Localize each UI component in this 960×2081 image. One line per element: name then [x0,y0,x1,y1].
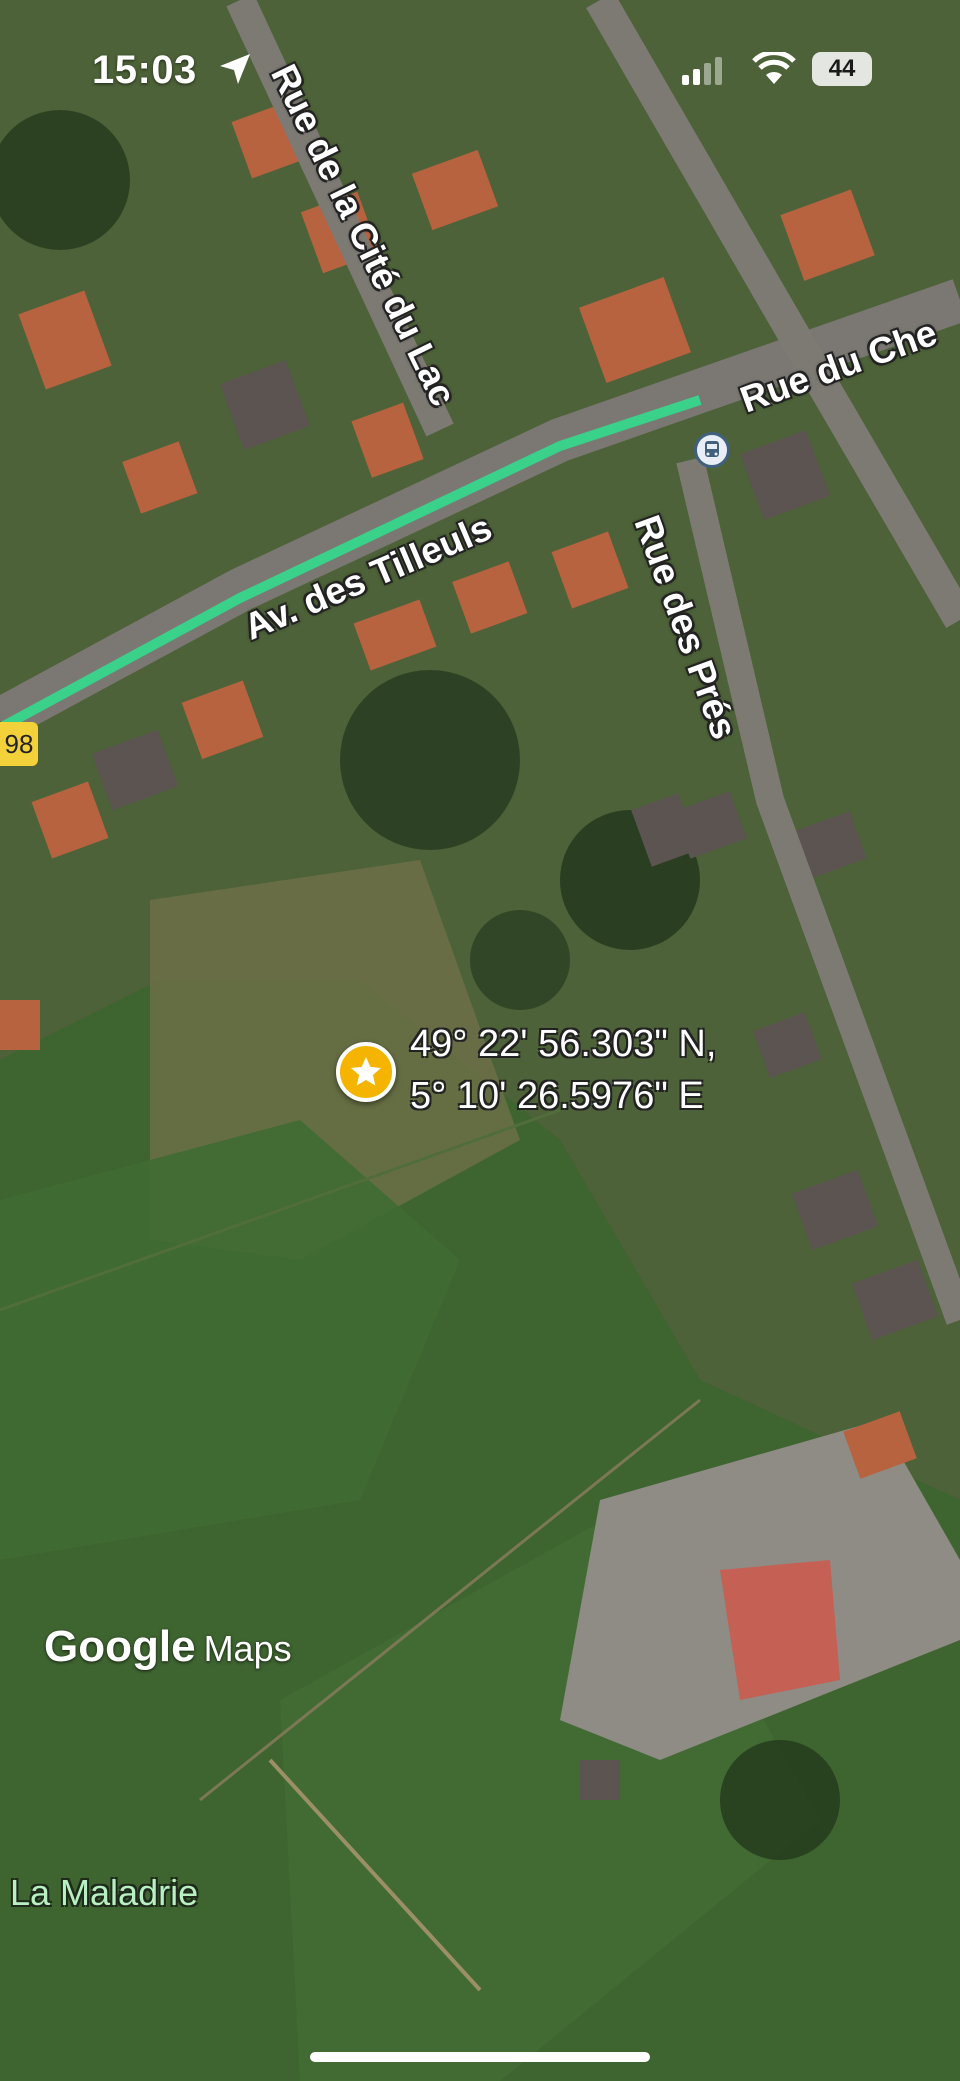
google-maps-logo: Google Maps [44,1622,292,1672]
status-time: 15:03 [92,48,197,92]
satellite-map[interactable]: 15:03 44 Rue de la Cité du Lac Rue du Ch… [0,0,960,2081]
cellular-signal-icon [682,57,722,85]
location-arrow-icon [220,54,250,84]
wifi-icon [752,52,796,84]
logo-maps-text: Maps [203,1628,292,1669]
pin-longitude: 5° 10' 26.5976" E [410,1075,704,1117]
route-shield[interactable]: 98 [0,722,38,766]
home-indicator[interactable] [310,2052,650,2062]
bus-stop-icon[interactable] [694,432,730,468]
battery-indicator: 44 [812,52,872,86]
pin-coordinates[interactable]: 49° 22' 56.303" N, 5° 10' 26.5976" E [410,1018,716,1122]
status-bar: 15:03 44 [0,0,960,140]
dropped-pin-star-icon[interactable] [336,1042,396,1102]
pin-latitude: 49° 22' 56.303" N, [410,1023,717,1065]
place-label-la-maladrie[interactable]: La Maladrie [10,1872,198,1914]
logo-google-text: Google [44,1622,196,1671]
